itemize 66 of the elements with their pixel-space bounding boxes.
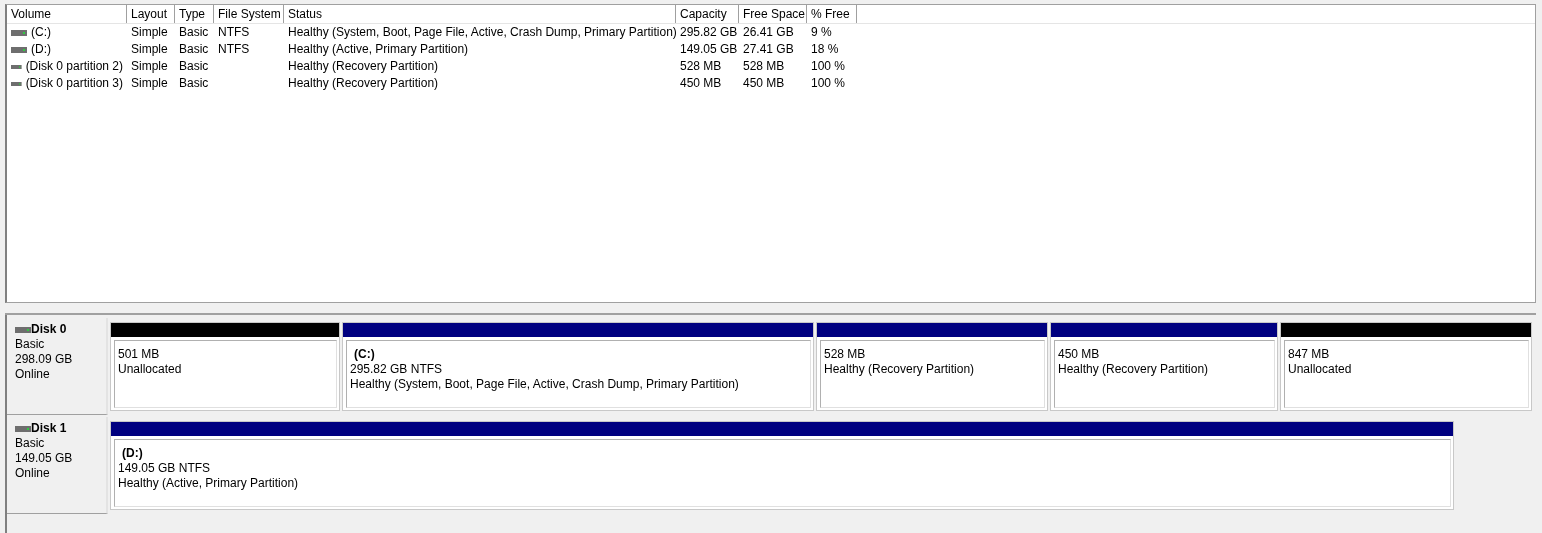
drive-icon bbox=[11, 29, 27, 36]
drive-icon bbox=[15, 326, 31, 333]
table-cell: 27.41 GB bbox=[743, 41, 794, 58]
disk-name: Disk 0 bbox=[31, 322, 67, 337]
partition-status: Unallocated bbox=[118, 362, 183, 377]
table-cell: Basic bbox=[179, 58, 209, 75]
table-cell: (C:) bbox=[31, 24, 51, 41]
partition-size: 295.82 GB NTFS bbox=[350, 362, 444, 377]
partition-status: Healthy (Recovery Partition) bbox=[824, 362, 976, 377]
table-cell: (D:) bbox=[31, 41, 51, 58]
partition-block[interactable]: (C:) 295.82 GB NTFS Healthy (System, Boot, Page File, Active, Crash Dump, Primary Partition) bbox=[342, 322, 814, 411]
drive-icon bbox=[15, 425, 31, 432]
table-cell: 295.82 GB bbox=[680, 24, 738, 41]
table-cell: Healthy (Recovery Partition) bbox=[288, 58, 439, 75]
table-cell: Simple bbox=[131, 58, 168, 75]
partition-size: 528 MB bbox=[824, 347, 867, 362]
drive-icon bbox=[11, 63, 22, 70]
partition-status: Healthy (System, Boot, Page File, Active, Crash Dump, Primary Partition) bbox=[350, 377, 740, 392]
table-cell: 450 MB bbox=[743, 75, 785, 92]
table-cell: NTFS bbox=[218, 24, 250, 41]
disk-size: 149.05 GB bbox=[15, 451, 74, 466]
partition-status: Healthy (Active, Primary Partition) bbox=[118, 476, 300, 491]
table-cell: Basic bbox=[179, 41, 209, 58]
disk-type: Basic bbox=[15, 436, 46, 451]
partition-status: Unallocated bbox=[1288, 362, 1353, 377]
partition-block[interactable]: 528 MB Healthy (Recovery Partition) bbox=[816, 322, 1048, 411]
disk-info-panel[interactable]: Disk 1 Basic 149.05 GB Online bbox=[7, 417, 108, 514]
table-cell: 9 % bbox=[811, 24, 832, 41]
partition-size: 847 MB bbox=[1288, 347, 1331, 362]
table-cell: Basic bbox=[179, 75, 209, 92]
disk-status: Online bbox=[15, 367, 51, 382]
partition-block[interactable]: 847 MB Unallocated bbox=[1280, 322, 1532, 411]
table-cell: Simple bbox=[131, 41, 168, 58]
table-cell: 100 % bbox=[811, 58, 846, 75]
partition-block[interactable]: 450 MB Healthy (Recovery Partition) bbox=[1050, 322, 1278, 411]
disk-size: 298.09 GB bbox=[15, 352, 74, 367]
disk-type: Basic bbox=[15, 337, 46, 352]
drive-icon bbox=[11, 80, 22, 87]
table-cell: 100 % bbox=[811, 75, 846, 92]
partition-status: Healthy (Recovery Partition) bbox=[1058, 362, 1210, 377]
table-cell: NTFS bbox=[218, 41, 250, 58]
table-cell: Healthy (Recovery Partition) bbox=[288, 75, 439, 92]
partition-size: 149.05 GB NTFS bbox=[118, 461, 212, 476]
disk-name: Disk 1 bbox=[31, 421, 67, 436]
disk-info-panel[interactable]: Disk 0 Basic 298.09 GB Online bbox=[7, 318, 108, 415]
drive-icon bbox=[11, 46, 27, 53]
partition-size: 450 MB bbox=[1058, 347, 1101, 362]
partition-block[interactable]: (D:) 149.05 GB NTFS Healthy (Active, Primary Partition) bbox=[110, 421, 1454, 510]
partition-size: 501 MB bbox=[118, 347, 161, 362]
table-cell: Healthy (Active, Primary Partition) bbox=[288, 41, 469, 58]
table-cell: 528 MB bbox=[680, 58, 722, 75]
table-cell: Healthy (System, Boot, Page File, Active, Crash Dump, Primary Partition) bbox=[288, 24, 677, 41]
partition-label: (D:) bbox=[121, 446, 144, 461]
table-cell: 528 MB bbox=[743, 58, 785, 75]
table-cell: Simple bbox=[131, 75, 168, 92]
table-cell: 26.41 GB bbox=[743, 24, 794, 41]
table-cell: Basic bbox=[179, 24, 209, 41]
table-cell: 18 % bbox=[811, 41, 839, 58]
table-cell: (Disk 0 partition 3) bbox=[25, 75, 123, 92]
disk-status: Online bbox=[15, 466, 51, 481]
table-cell: (Disk 0 partition 2) bbox=[25, 58, 123, 75]
partition-label: (C:) bbox=[353, 347, 376, 362]
partition-block[interactable]: 501 MB Unallocated bbox=[110, 322, 340, 411]
table-cell: 149.05 GB bbox=[680, 41, 738, 58]
table-cell: Simple bbox=[131, 24, 168, 41]
table-cell: 450 MB bbox=[680, 75, 722, 92]
